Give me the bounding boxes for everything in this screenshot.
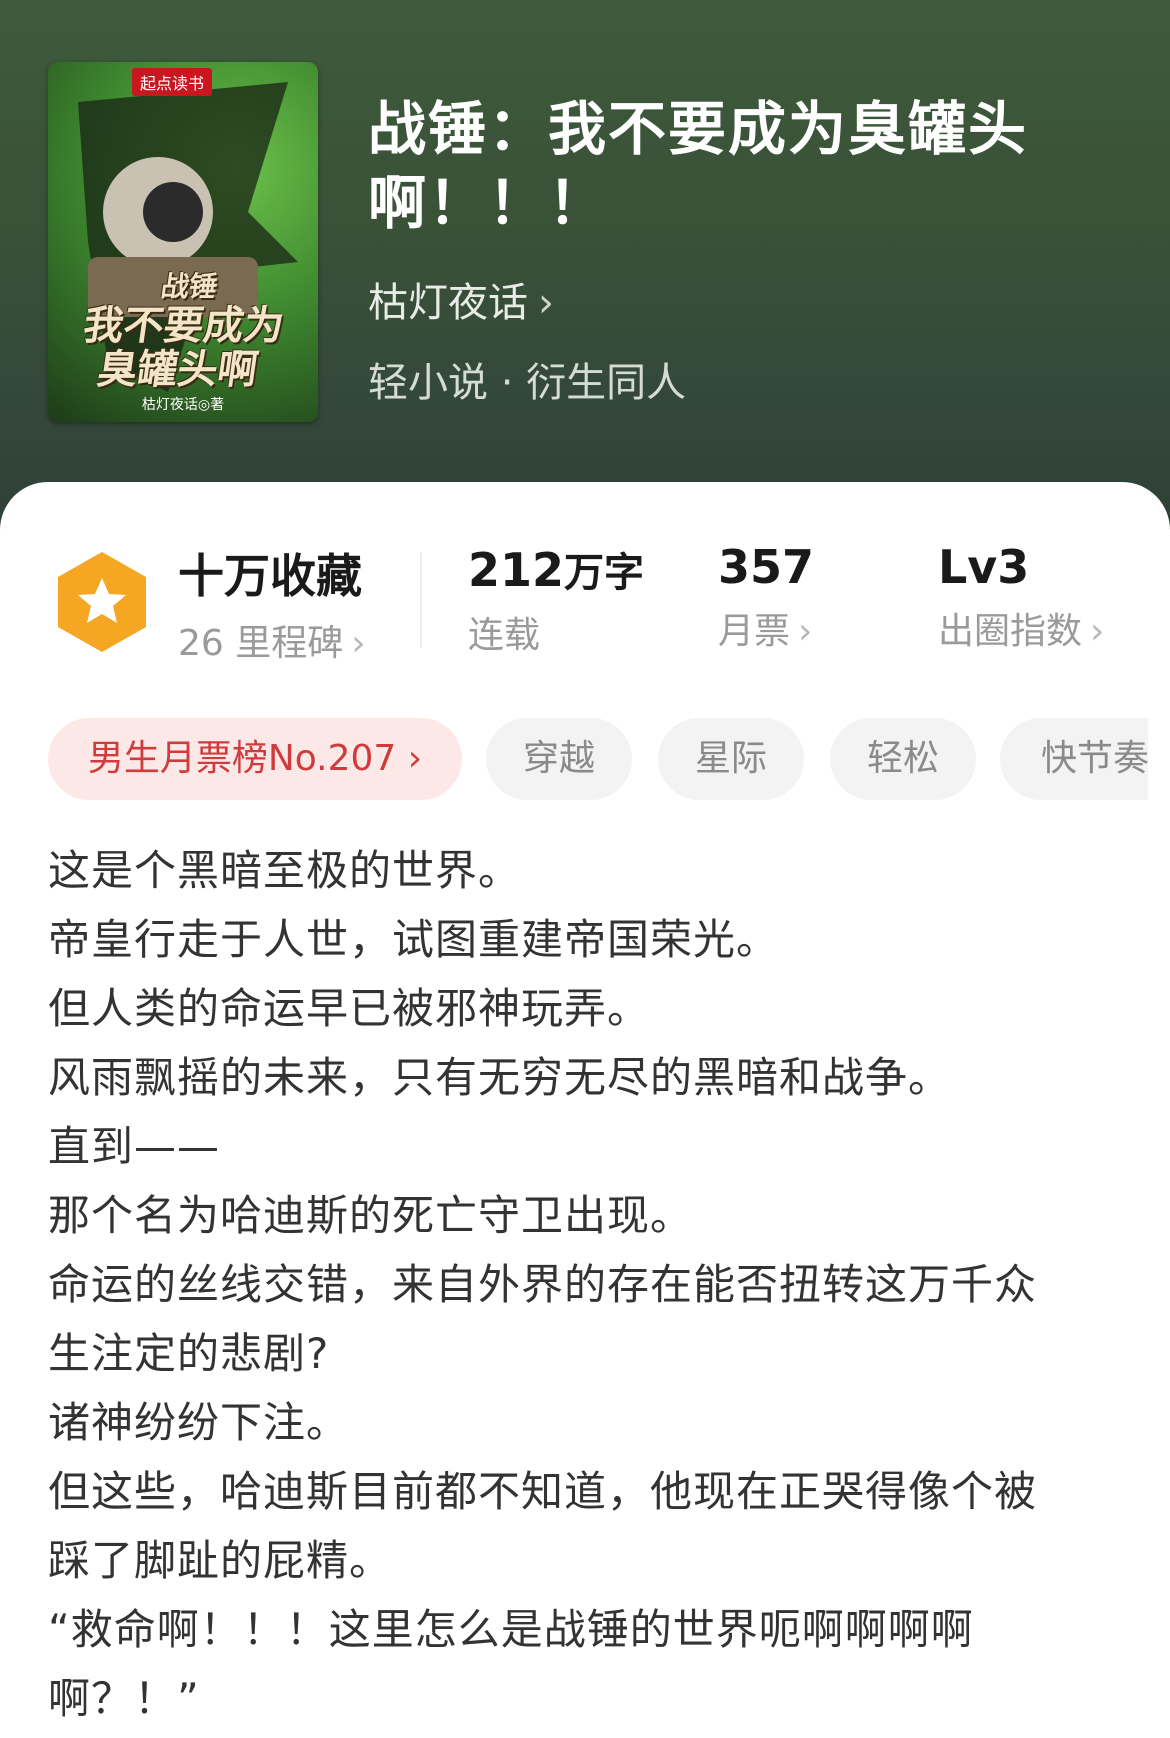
synopsis-line: 命运的丝线交错，来自外界的存在能否扭转这万千众 bbox=[48, 1260, 1038, 1309]
tag-chip[interactable]: 轻松 bbox=[830, 718, 976, 800]
author-name: 枯灯夜话 bbox=[368, 280, 528, 326]
stat-divider bbox=[420, 552, 422, 648]
synopsis-line: 但这些，哈迪斯目前都不知道，他现在正哭得像个被 bbox=[48, 1467, 1038, 1516]
chevron-right-icon: › bbox=[351, 623, 366, 664]
monthly-ticket-label: 月票 bbox=[718, 611, 791, 652]
book-genre: 轻小说 · 衍生同人 bbox=[368, 360, 687, 406]
tag-list: 男生月票榜No.207 › 穿越 星际 轻松 快节奏 bbox=[48, 718, 1148, 800]
popularity-label: 出圈指数 bbox=[938, 611, 1083, 652]
tag-chip[interactable]: 快节奏 bbox=[1000, 718, 1148, 800]
book-title: 战锤：我不要成为臭罐头啊！！！ bbox=[368, 95, 1029, 237]
milestone-label: 26 里程碑 bbox=[178, 623, 344, 664]
word-count-unit: 万字 bbox=[564, 550, 645, 596]
cover-title: 战锤 我不要成为 臭罐头啊 bbox=[80, 270, 287, 393]
synopsis-line: 生注定的悲剧? bbox=[48, 1329, 330, 1378]
star-badge-icon bbox=[58, 552, 146, 652]
synopsis-line: 这是个黑暗至极的世界。 bbox=[48, 846, 522, 895]
synopsis-line: 那个名为哈迪斯的死亡守卫出现。 bbox=[48, 1191, 694, 1240]
author-link[interactable]: 枯灯夜话 › bbox=[368, 270, 554, 328]
synopsis-line: 踩了脚趾的屁精。 bbox=[48, 1536, 393, 1585]
word-count-value: 212 bbox=[468, 543, 565, 597]
cover-author: 枯灯夜话◎著 bbox=[141, 397, 225, 413]
tag-chip[interactable]: 穿越 bbox=[486, 718, 632, 800]
cover-logo: 起点读书 bbox=[132, 68, 213, 96]
tag-chip[interactable]: 星际 bbox=[658, 718, 804, 800]
book-synopsis[interactable]: 这是个黑暗至极的世界。 帝皇行走于人世，试图重建帝国荣光。 但人类的命运早已被邪… bbox=[48, 836, 1128, 1733]
book-header: 起点读书 战锤 我不要成为 臭罐头啊 枯灯夜话◎著 战锤：我不要成为臭罐头啊！！… bbox=[0, 0, 1170, 540]
collection-count: 十万收藏 bbox=[178, 549, 362, 603]
synopsis-line: 风雨飘摇的未来，只有无穷无尽的黑暗和战争。 bbox=[48, 1053, 952, 1102]
monthly-ticket-value: 357 bbox=[718, 540, 815, 594]
popularity-level: Lv3 bbox=[938, 540, 1030, 594]
synopsis-line: 帝皇行走于人世，试图重建帝国荣光。 bbox=[48, 915, 780, 964]
synopsis-line: 直到—— bbox=[48, 1122, 221, 1171]
word-count-stat: 212万字 连载 bbox=[468, 540, 644, 658]
synopsis-line: 但人类的命运早已被邪神玩弄。 bbox=[48, 984, 651, 1033]
serial-status: 连载 bbox=[468, 615, 541, 656]
ranking-tag[interactable]: 男生月票榜No.207 › bbox=[48, 718, 462, 800]
book-cover-image[interactable]: 起点读书 战锤 我不要成为 臭罐头啊 枯灯夜话◎著 bbox=[48, 62, 318, 422]
synopsis-line: 啊？！” bbox=[48, 1674, 200, 1723]
popularity-index-stat[interactable]: Lv3 出圈指数 › bbox=[938, 540, 1104, 654]
synopsis-line: 诸神纷纷下注。 bbox=[48, 1398, 350, 1447]
chevron-right-icon: › bbox=[1090, 611, 1105, 652]
chevron-right-icon: › bbox=[798, 611, 813, 652]
synopsis-line: “救命啊！！！这里怎么是战锤的世界呃啊啊啊啊 bbox=[48, 1605, 974, 1654]
collection-stat[interactable]: 十万收藏 26 里程碑 › bbox=[178, 540, 366, 666]
monthly-ticket-stat[interactable]: 357 月票 › bbox=[718, 540, 814, 654]
chevron-right-icon: › bbox=[538, 280, 554, 326]
book-detail-page: 起点读书 战锤 我不要成为 臭罐头啊 枯灯夜话◎著 战锤：我不要成为臭罐头啊！！… bbox=[0, 0, 1170, 1738]
